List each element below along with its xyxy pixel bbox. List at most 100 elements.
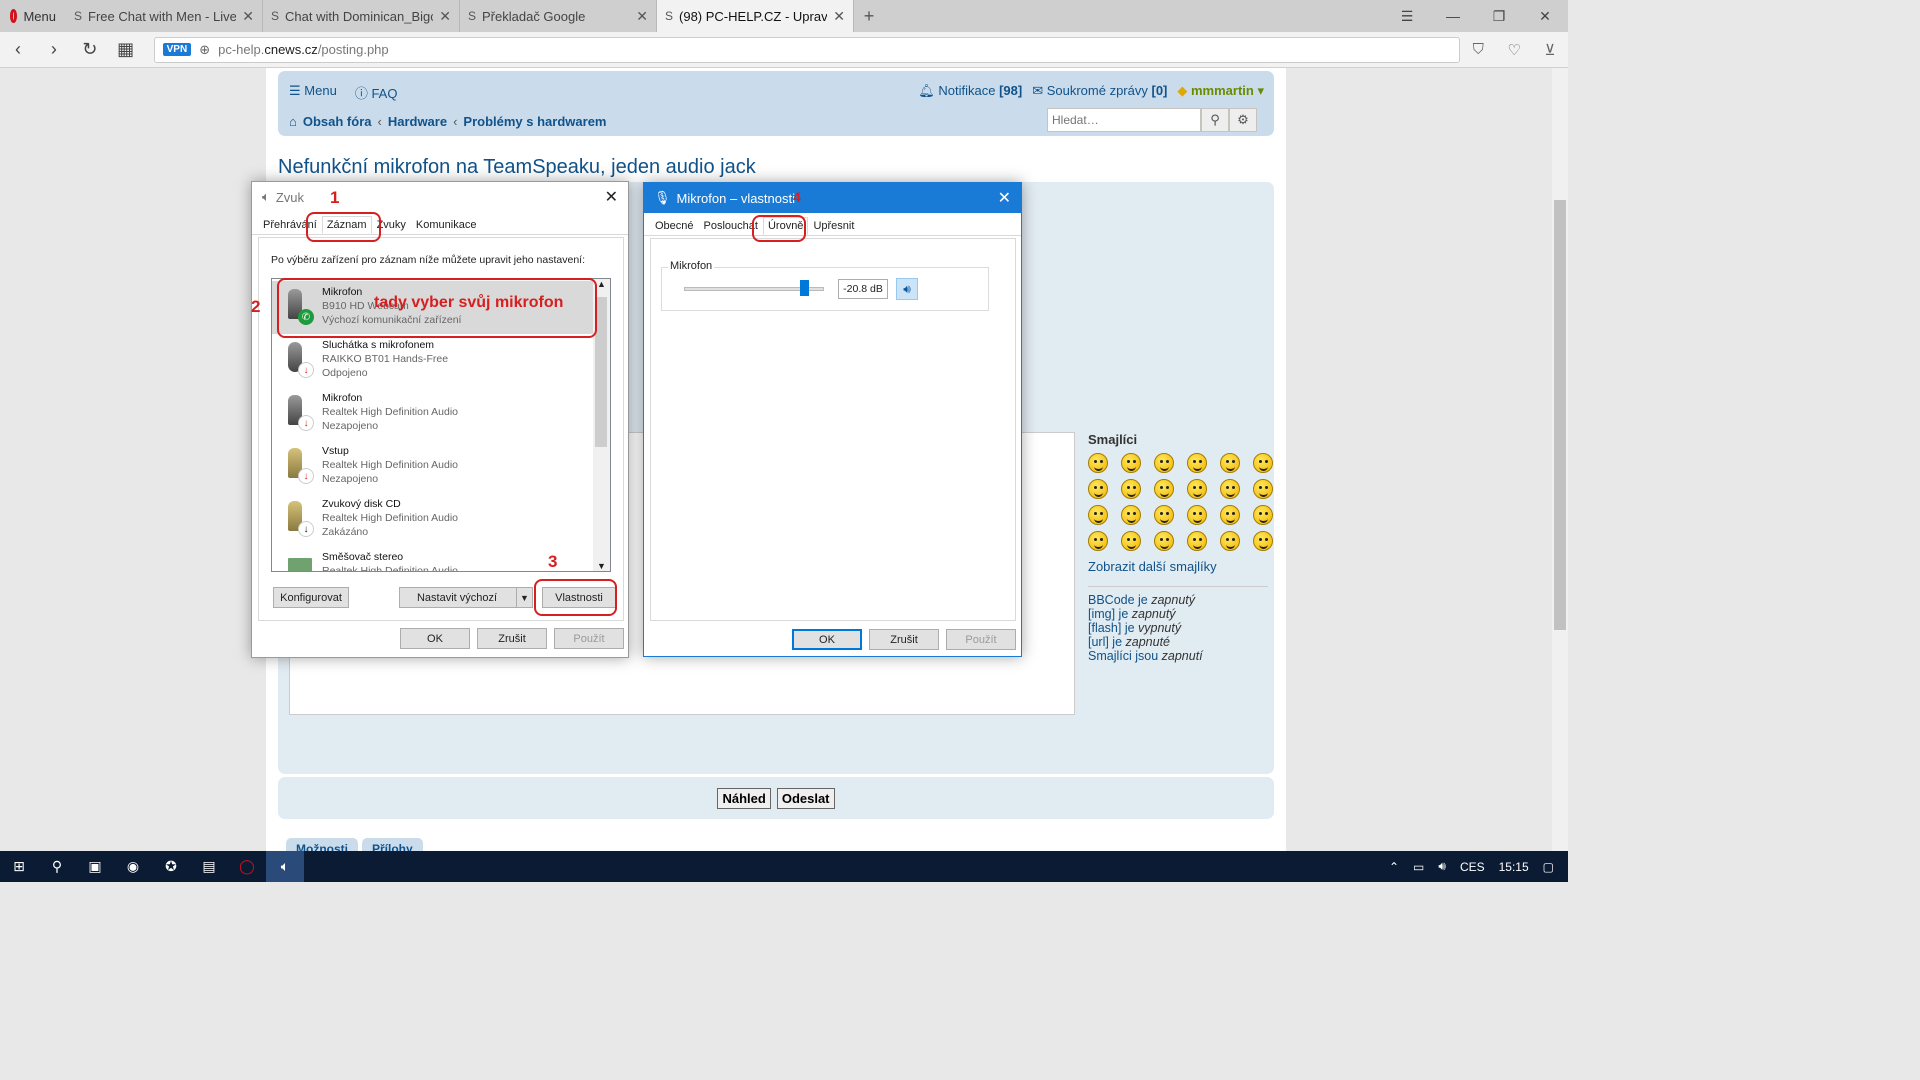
search-input[interactable] <box>1047 108 1201 132</box>
forum-menu-link[interactable]: ☰ Menu <box>289 83 337 102</box>
smiley-icon[interactable] <box>1220 453 1240 473</box>
network-icon[interactable]: ▭ <box>1413 860 1424 874</box>
language-indicator[interactable]: CES <box>1460 860 1485 874</box>
preview-button[interactable]: Náhled <box>717 787 771 809</box>
url-field[interactable]: VPN ⊕ pc-help.cnews.cz/posting.php <box>153 36 1461 63</box>
cancel-button[interactable]: Zrušit <box>869 629 939 650</box>
smiley-icon[interactable] <box>1253 453 1273 473</box>
smiley-icon[interactable] <box>1088 505 1108 525</box>
smiley-icon[interactable] <box>1220 505 1240 525</box>
device-row[interactable]: ↓ Zvukový disk CD Realtek High Definition… <box>272 493 594 546</box>
smiley-icon[interactable] <box>1253 505 1273 525</box>
page-scrollbar[interactable] <box>1552 68 1568 851</box>
smiley-icon[interactable] <box>1121 531 1141 551</box>
tab-attachments[interactable]: Přílohy <box>362 838 423 851</box>
smiley-icon[interactable] <box>1121 479 1141 499</box>
chevron-down-icon[interactable]: ▼ <box>516 588 532 607</box>
browser-tab-1[interactable]: S Free Chat with Men - Live Chat ✕ <box>66 0 263 32</box>
notifications-icon[interactable]: ▢ <box>1543 860 1554 874</box>
device-row[interactable]: ↓ Sluchátka s mikrofonem RAIKKO BT01 Hand… <box>272 334 594 387</box>
smiley-icon[interactable] <box>1253 531 1273 551</box>
back-icon[interactable]: ‹ <box>0 39 36 60</box>
more-smileys-link[interactable]: Zobrazit další smajlíky <box>1088 559 1268 574</box>
search-icon[interactable]: ⚲ <box>1201 108 1229 132</box>
heart-icon[interactable]: ♡ <box>1496 41 1532 59</box>
device-row[interactable]: ↓ Mikrofon Realtek High Definition Audio N… <box>272 387 594 440</box>
close-icon[interactable]: ✕ <box>605 187 618 207</box>
teamspeak-icon[interactable]: ◉ <box>114 851 152 882</box>
smiley-icon[interactable] <box>1253 479 1273 499</box>
smiley-icon[interactable] <box>1154 453 1174 473</box>
gear-icon[interactable]: ⚙ <box>1229 108 1257 132</box>
app-icon[interactable]: ▤ <box>190 851 228 882</box>
tab-menu-icon[interactable]: ☰ <box>1384 0 1430 32</box>
tab-advanced[interactable]: Upřesnit <box>808 217 859 235</box>
forward-icon[interactable]: › <box>36 39 72 60</box>
close-icon[interactable]: ✕ <box>998 188 1011 208</box>
tab-options[interactable]: Možnosti <box>286 838 358 851</box>
minimize-button[interactable]: — <box>1430 0 1476 32</box>
shield-icon[interactable]: ⛉ <box>1460 41 1496 58</box>
scrollbar-thumb[interactable] <box>1554 200 1566 630</box>
breadcrumb-item[interactable]: Problémy s hardwarem <box>463 114 606 129</box>
new-tab-button[interactable]: + <box>854 0 884 32</box>
sound-settings-icon[interactable]: 🔈︎ <box>266 851 304 882</box>
level-value-field[interactable]: -20.8 dB <box>838 279 888 299</box>
smiley-icon[interactable] <box>1187 531 1207 551</box>
breadcrumb-item[interactable]: Obsah fóra <box>303 114 372 129</box>
smiley-icon[interactable] <box>1154 531 1174 551</box>
tab-close-icon[interactable]: ✕ <box>439 8 451 25</box>
ok-button[interactable]: OK <box>792 629 862 650</box>
close-window-button[interactable]: ✕ <box>1522 0 1568 32</box>
set-default-button[interactable]: Nastavit výchozí ▼ <box>399 587 533 608</box>
configure-button[interactable]: Konfigurovat <box>273 587 349 608</box>
clock[interactable]: 15:15 <box>1499 860 1529 874</box>
cancel-button[interactable]: Zrušit <box>477 628 547 649</box>
search-icon[interactable]: ⚲ <box>38 851 76 882</box>
apply-button[interactable]: Použít <box>554 628 624 649</box>
level-slider[interactable] <box>684 280 824 296</box>
smiley-icon[interactable] <box>1187 505 1207 525</box>
download-icon[interactable]: ⊻ <box>1532 41 1568 59</box>
browser-tab-4[interactable]: S (98) PC-HELP.CZ - Upravit příspěvek ✕ <box>657 0 854 32</box>
smiley-icon[interactable] <box>1187 479 1207 499</box>
ok-button[interactable]: OK <box>400 628 470 649</box>
device-row[interactable]: Směšovač stereo Realtek High Definition A… <box>272 546 594 571</box>
browser-tab-3[interactable]: S Překladač Google ✕ <box>460 0 657 32</box>
speed-dial-icon[interactable]: ▦ <box>108 39 144 60</box>
smiley-icon[interactable] <box>1187 453 1207 473</box>
scroll-down-icon[interactable]: ▼ <box>593 561 610 571</box>
tab-close-icon[interactable]: ✕ <box>242 8 254 25</box>
vpn-badge[interactable]: VPN <box>162 43 192 56</box>
private-messages-link[interactable]: ✉ Soukromé zprávy [0] <box>1032 83 1167 99</box>
apply-button[interactable]: Použít <box>946 629 1016 650</box>
smiley-icon[interactable] <box>1088 531 1108 551</box>
tab-close-icon[interactable]: ✕ <box>833 8 845 25</box>
notifications-link[interactable]: 🔔︎ Notifikace [98] <box>918 83 1022 99</box>
tab-general[interactable]: Obecné <box>650 217 699 235</box>
opera-menu-button[interactable]: Menu <box>0 0 66 32</box>
tab-close-icon[interactable]: ✕ <box>636 8 648 25</box>
smiley-icon[interactable] <box>1121 453 1141 473</box>
smiley-icon[interactable] <box>1220 479 1240 499</box>
app-icon[interactable]: ✪ <box>152 851 190 882</box>
maximize-button[interactable]: ❐ <box>1476 0 1522 32</box>
windows-start-icon[interactable]: ⊞ <box>0 851 38 882</box>
device-row[interactable]: ↓ Vstup Realtek High Definition Audio Neza… <box>272 440 594 493</box>
breadcrumb-item[interactable]: Hardware <box>388 114 447 129</box>
faq-link[interactable]: ⓘ FAQ <box>355 83 398 102</box>
speaker-icon[interactable]: 🔊︎ <box>896 278 918 300</box>
smiley-icon[interactable] <box>1088 453 1108 473</box>
reload-icon[interactable]: ↻ <box>72 39 108 60</box>
slider-thumb[interactable] <box>800 280 809 296</box>
volume-icon[interactable]: 🔊︎ <box>1438 859 1446 874</box>
smiley-icon[interactable] <box>1154 479 1174 499</box>
browser-tab-2[interactable]: S Chat with Dominican_Bigcock ✕ <box>263 0 460 32</box>
smiley-icon[interactable] <box>1088 479 1108 499</box>
user-menu[interactable]: ◆ mmmartin ▾ <box>1177 83 1264 99</box>
tab-communications[interactable]: Komunikace <box>411 216 482 234</box>
submit-button[interactable]: Odeslat <box>776 787 835 809</box>
opera-icon[interactable]: ◯ <box>228 851 266 882</box>
smiley-icon[interactable] <box>1121 505 1141 525</box>
smiley-icon[interactable] <box>1154 505 1174 525</box>
